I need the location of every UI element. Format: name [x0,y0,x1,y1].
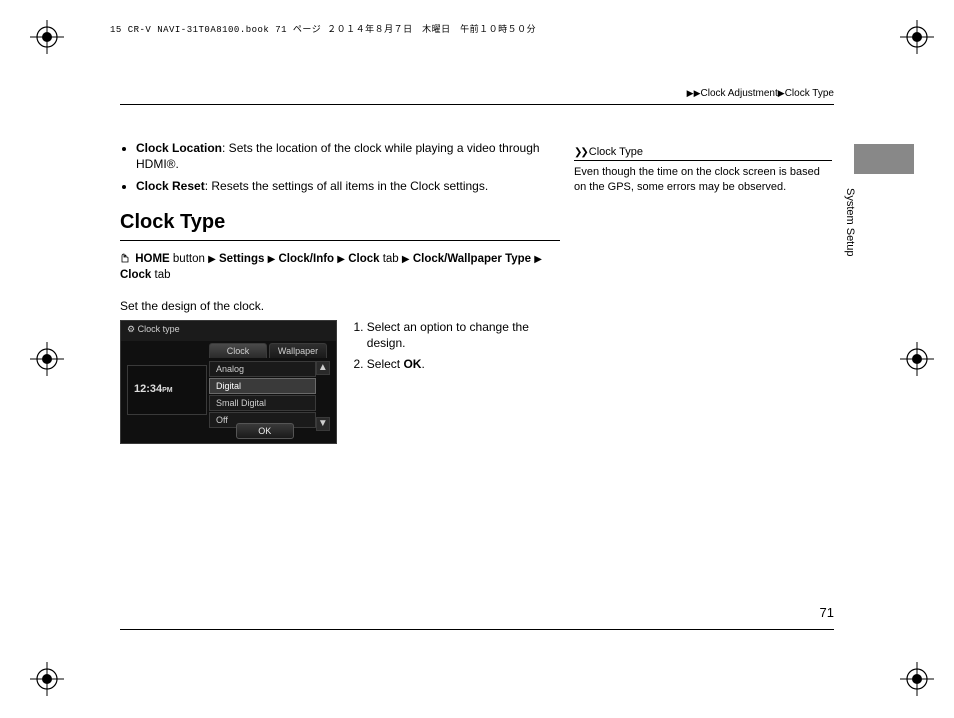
section-tab-marker [854,144,914,174]
lead-text: Set the design of the clock. [120,298,560,314]
option-digital[interactable]: Digital [209,378,316,394]
term: Clock Reset [136,179,205,193]
triangle-icon: ▶ [694,88,701,99]
divider [120,629,834,630]
breadcrumb-item: Clock Type [785,88,834,99]
side-note: ❯❯Clock Type Even though the time on the… [574,146,832,195]
triangle-icon: ▶ [402,253,410,268]
triangle-icon: ▶ [268,253,276,268]
steps: Select an option to change the design. S… [351,320,560,379]
term: Clock Location [136,141,222,155]
option-small-digital[interactable]: Small Digital [209,395,316,411]
triangle-icon: ▶ [208,253,216,268]
navigation-path: HOME button ▶ Settings ▶ Clock/Info ▶ Cl… [120,251,560,284]
step-item: Select OK. [367,357,560,373]
page-number: 71 [820,605,834,620]
breadcrumb: ▶▶Clock Adjustment▶Clock Type [687,88,834,99]
tab-wallpaper[interactable]: Wallpaper [269,343,327,358]
list-item: Clock Reset: Resets the settings of all … [136,178,560,194]
section-label: System Setup [844,188,856,256]
note-title: Clock Type [589,146,643,158]
registration-mark-icon [900,20,934,54]
step-item: Select an option to change the design. [367,320,560,351]
options-list: Analog Digital Small Digital Off [209,361,316,429]
hand-icon [120,252,130,262]
tab-clock[interactable]: Clock [209,343,267,358]
clock-preview: 12:34PM [127,365,207,415]
definition: : Resets the settings of all items in th… [205,179,488,193]
main-content: Clock Location: Sets the location of the… [120,140,560,444]
divider [120,104,834,105]
source-file-header: 15 CR-V NAVI-31T0A8100.book 71 ページ ２０１４年… [110,22,536,35]
list-item: Clock Location: Sets the location of the… [136,140,560,172]
registration-mark-icon [30,20,64,54]
registration-mark-icon [30,342,64,376]
triangle-icon: ▶ [778,88,785,99]
screenshot-figure: ⚙ Clock type Clock Wallpaper 12:34PM ▲ A… [120,320,337,444]
section-heading: Clock Type [120,209,560,236]
divider [120,240,560,241]
triangle-icon: ▶ [687,88,694,99]
ok-button[interactable]: OK [236,423,294,439]
registration-mark-icon [900,342,934,376]
breadcrumb-item: Clock Adjustment [701,88,778,99]
registration-mark-icon [30,662,64,696]
chevron-icon: ❯❯ [574,147,587,158]
scroll-down-icon[interactable]: ▼ [316,417,330,431]
registration-mark-icon [900,662,934,696]
screen-title: ⚙ Clock type [121,321,336,341]
scroll-up-icon[interactable]: ▲ [316,361,330,375]
triangle-icon: ▶ [337,253,345,268]
option-analog[interactable]: Analog [209,361,316,377]
note-body: Even though the time on the clock screen… [574,165,832,195]
triangle-icon: ▶ [534,253,542,268]
